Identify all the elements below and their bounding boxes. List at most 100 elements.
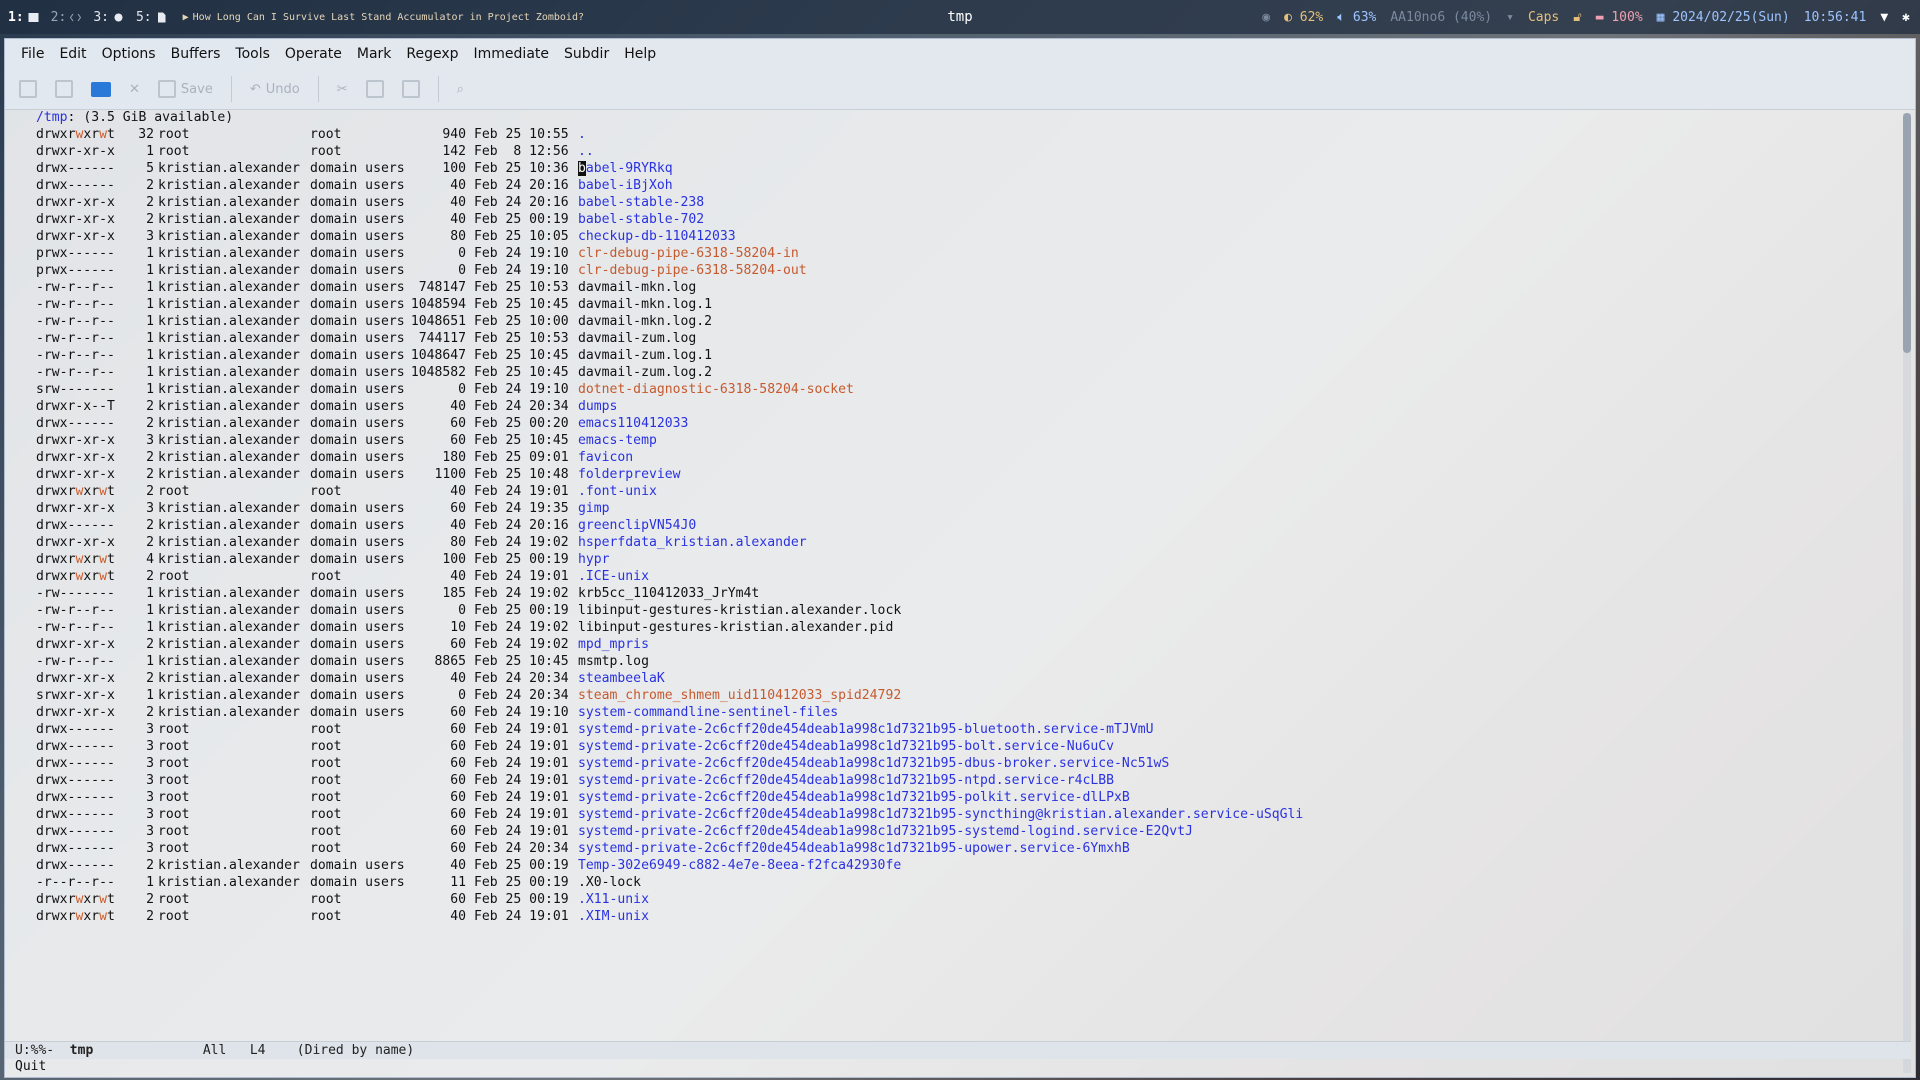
file-name[interactable]: libinput-gestures-kristian.alexander.loc… [578, 603, 901, 618]
keyboard-indicator[interactable]: AA10no6 (40%) [1390, 10, 1492, 25]
file-name[interactable]: .. [578, 144, 594, 159]
menu-tools[interactable]: Tools [229, 46, 279, 62]
file-name[interactable]: systemd-private-2c6cff20de454deab1a998c1… [578, 841, 1130, 856]
file-name[interactable]: systemd-private-2c6cff20de454deab1a998c1… [578, 756, 1169, 771]
file-name[interactable]: gimp [578, 501, 610, 516]
open-directory-button[interactable] [91, 81, 111, 97]
paste-button[interactable] [401, 80, 420, 98]
dired-row[interactable]: prwx------ 1 kristian.alexander domain user… [36, 245, 1303, 262]
file-name[interactable]: .X0-lock [578, 875, 641, 890]
file-name[interactable]: . [578, 127, 586, 142]
file-name[interactable]: babel-iBjXoh [578, 178, 673, 193]
dired-row[interactable]: -rw-r--r-- 1 kristian.alexander domain user… [36, 330, 1303, 347]
file-name[interactable]: davmail-mkn.log.1 [578, 297, 712, 312]
dired-row[interactable]: drwx------ 3 root root 60 Feb 24 19:01 systemd… [36, 772, 1303, 789]
major-mode[interactable]: (Dired by name) [297, 1043, 414, 1058]
dired-row[interactable]: drwx------ 2 kristian.alexander domain user… [36, 415, 1303, 432]
file-name[interactable]: davmail-mkn.log [578, 280, 696, 295]
menu-file[interactable]: File [15, 46, 53, 62]
file-name[interactable]: dumps [578, 399, 617, 414]
menu-regexp[interactable]: Regexp [400, 46, 467, 62]
file-name[interactable]: davmail-zum.log.2 [578, 365, 712, 380]
date-indicator[interactable]: ▦ 2024/02/25(Sun) [1657, 10, 1790, 25]
workspace-2[interactable]: 2: [51, 10, 82, 25]
file-name[interactable]: systemd-private-2c6cff20de454deab1a998c1… [578, 807, 1303, 822]
dired-buffer[interactable]: /tmp: (3.5 GiB available) drwxrwxrwt 32 ro… [5, 109, 1901, 1075]
dired-row[interactable]: drwxrwxrwt 2 root root 40 Feb 24 19:01 .font-u… [36, 483, 1303, 500]
file-name[interactable]: hsperfdata_kristian.alexander [578, 535, 807, 550]
dired-row[interactable]: srwxr-xr-x 1 kristian.alexander domain user… [36, 687, 1303, 704]
file-name[interactable]: davmail-mkn.log.2 [578, 314, 712, 329]
dired-row[interactable]: drwxr-xr-x 2 kristian.alexander domain user… [36, 194, 1303, 211]
dired-row[interactable]: drwxr-xr-x 3 kristian.alexander domain user… [36, 228, 1303, 245]
new-file-button[interactable] [19, 80, 37, 98]
file-name[interactable]: babel-stable-238 [578, 195, 704, 210]
dired-row[interactable]: -rw-r--r-- 1 kristian.alexander domain user… [36, 619, 1303, 636]
file-name[interactable]: systemd-private-2c6cff20de454deab1a998c1… [578, 739, 1114, 754]
workspace-1[interactable]: 1: [8, 10, 39, 25]
dired-row[interactable]: drwxrwxrwt 2 root root 40 Feb 24 19:01 .XIM-un… [36, 908, 1303, 925]
dired-row[interactable]: -rw------- 1 kristian.alexander domain user… [36, 585, 1303, 602]
menu-subdir[interactable]: Subdir [558, 46, 618, 62]
open-file-button[interactable] [55, 80, 73, 98]
dired-row[interactable]: drwxr-xr-x 2 kristian.alexander domain user… [36, 211, 1303, 228]
file-name[interactable]: krb5cc_110412033_JrYm4t [578, 586, 759, 601]
dired-row[interactable]: drwxr-xr-x 2 kristian.alexander domain user… [36, 466, 1303, 483]
file-name[interactable]: systemd-private-2c6cff20de454deab1a998c1… [578, 722, 1153, 737]
file-name[interactable]: davmail-zum.log.1 [578, 348, 712, 363]
dired-row[interactable]: drwx------ 3 root root 60 Feb 24 19:01 systemd… [36, 755, 1303, 772]
dired-row[interactable]: -rw-r--r-- 1 kristian.alexander domain user… [36, 313, 1303, 330]
menu-help[interactable]: Help [618, 46, 665, 62]
dired-row[interactable]: -rw-r--r-- 1 kristian.alexander domain user… [36, 602, 1303, 619]
dired-row[interactable]: drwxr-xr-x 3 kristian.alexander domain user… [36, 432, 1303, 449]
dired-row[interactable]: prwx------ 1 kristian.alexander domain user… [36, 262, 1303, 279]
save-button[interactable]: Save [157, 80, 213, 98]
file-name[interactable]: dotnet-diagnostic-6318-58204-socket [578, 382, 854, 397]
dired-row[interactable]: drwxr-xr-x 2 kristian.alexander domain user… [36, 636, 1303, 653]
dired-row[interactable]: drwx------ 3 root root 60 Feb 24 19:01 systemd… [36, 738, 1303, 755]
bluetooth-icon[interactable]: ✱ [1902, 10, 1910, 25]
file-name[interactable]: hypr [578, 552, 610, 567]
directory-path[interactable]: /tmp [36, 110, 68, 125]
menu-operate[interactable]: Operate [279, 46, 351, 62]
file-name[interactable]: Temp-302e6949-c882-4e7e-8eea-f2fca42930f… [578, 858, 901, 873]
file-name[interactable]: clr-debug-pipe-6318-58204-in [578, 246, 799, 261]
dired-row[interactable]: -rw-r--r-- 1 kristian.alexander domain user… [36, 296, 1303, 313]
dired-row[interactable]: drwxr-xr-x 2 kristian.alexander domain user… [36, 704, 1303, 721]
file-name[interactable]: .XIM-unix [578, 909, 649, 924]
file-name[interactable]: davmail-zum.log [578, 331, 696, 346]
copy-button[interactable] [365, 80, 384, 98]
file-name[interactable]: favicon [578, 450, 633, 465]
buffer-name[interactable]: tmp [70, 1043, 93, 1058]
cut-button[interactable]: ✂ [337, 82, 348, 97]
window-title[interactable]: How Long Can I Survive Last Stand Accumu… [193, 12, 584, 23]
dired-row[interactable]: drwx------ 3 root root 60 Feb 24 19:01 systemd… [36, 721, 1303, 738]
file-name[interactable]: steambeelaK [578, 671, 665, 686]
file-name[interactable]: .font-unix [578, 484, 657, 499]
volume-indicator[interactable]: 🔈︎ 63% [1337, 10, 1376, 25]
dired-row[interactable]: drwxr-xr-x 1 root root 142 Feb 8 12:56.. [36, 143, 1303, 160]
menu-options[interactable]: Options [96, 46, 165, 62]
dired-row[interactable]: -rw-r--r-- 1 kristian.alexander domain user… [36, 364, 1303, 381]
dired-row[interactable]: drwx------ 3 root root 60 Feb 24 19:01 systemd… [36, 806, 1303, 823]
file-name[interactable]: folderpreview [578, 467, 680, 482]
file-name[interactable]: steam_chrome_shmem_uid110412033_spid2479… [578, 688, 901, 703]
battery-indicator[interactable]: ▬ 100% [1596, 10, 1643, 25]
menu-immediate[interactable]: Immediate [468, 46, 558, 62]
dired-row[interactable]: drwxrwxrwt 4 kristian.alexander domain user… [36, 551, 1303, 568]
dired-row[interactable]: drwxr-xr-x 2 kristian.alexander domain user… [36, 449, 1303, 466]
file-name[interactable]: systemd-private-2c6cff20de454deab1a998c1… [578, 790, 1130, 805]
file-name[interactable]: checkup-db-110412033 [578, 229, 736, 244]
file-name[interactable]: mpd_mpris [578, 637, 649, 652]
menu-edit[interactable]: Edit [53, 46, 95, 62]
dired-row[interactable]: drwx------ 2 kristian.alexander domain user… [36, 177, 1303, 194]
dired-row[interactable]: drwxr-x--T 2 kristian.alexander domain user… [36, 398, 1303, 415]
file-name[interactable]: systemd-private-2c6cff20de454deab1a998c1… [578, 773, 1114, 788]
file-name[interactable]: msmtp.log [578, 654, 649, 669]
dired-row[interactable]: drwx------ 2 kristian.alexander domain user… [36, 517, 1303, 534]
file-name[interactable]: .ICE-unix [578, 569, 649, 584]
dired-row[interactable]: drwxr-xr-x 2 kristian.alexander domain user… [36, 534, 1303, 551]
file-name[interactable]: babel-9RYRkq [578, 161, 673, 176]
dired-row[interactable]: drwxrwxrwt 32 root root 940 Feb 25 10:55. [36, 126, 1303, 143]
close-buffer-button[interactable]: ✕ [129, 82, 140, 97]
